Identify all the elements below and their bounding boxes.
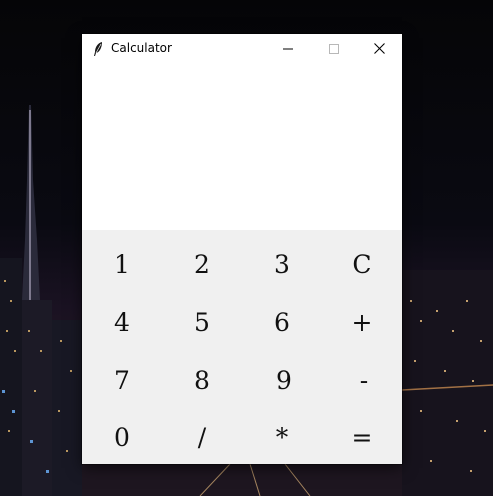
maximize-icon (329, 43, 339, 54)
close-button[interactable] (356, 34, 402, 63)
key-2[interactable]: 2 (162, 235, 242, 293)
key-minus[interactable]: - (324, 351, 404, 409)
key-0[interactable]: 0 (82, 408, 162, 466)
maximize-button[interactable] (311, 34, 357, 63)
window-title: Calculator (111, 41, 172, 55)
title-bar[interactable]: Calculator (82, 34, 402, 63)
key-9[interactable]: 9 (244, 351, 324, 409)
key-4[interactable]: 4 (82, 293, 162, 351)
feather-icon (94, 42, 102, 56)
key-5[interactable]: 5 (162, 293, 242, 351)
key-8[interactable]: 8 (162, 351, 242, 409)
key-1[interactable]: 1 (82, 235, 162, 293)
calculator-window: Calculator 1 2 3 C 4 5 6 + 7 8 9 - 0 / *… (82, 34, 402, 464)
key-multiply[interactable]: * (242, 408, 322, 466)
key-equals[interactable]: = (322, 408, 402, 466)
key-clear[interactable]: C (322, 235, 402, 293)
key-divide[interactable]: / (162, 408, 242, 466)
keypad: 1 2 3 C 4 5 6 + 7 8 9 - 0 / * = (82, 230, 402, 464)
key-plus[interactable]: + (322, 293, 402, 351)
close-icon (373, 43, 385, 54)
key-7[interactable]: 7 (82, 351, 162, 409)
minimize-icon (283, 48, 293, 49)
key-3[interactable]: 3 (242, 235, 322, 293)
key-6[interactable]: 6 (242, 293, 322, 351)
result-display (82, 63, 402, 230)
minimize-button[interactable] (265, 34, 311, 63)
